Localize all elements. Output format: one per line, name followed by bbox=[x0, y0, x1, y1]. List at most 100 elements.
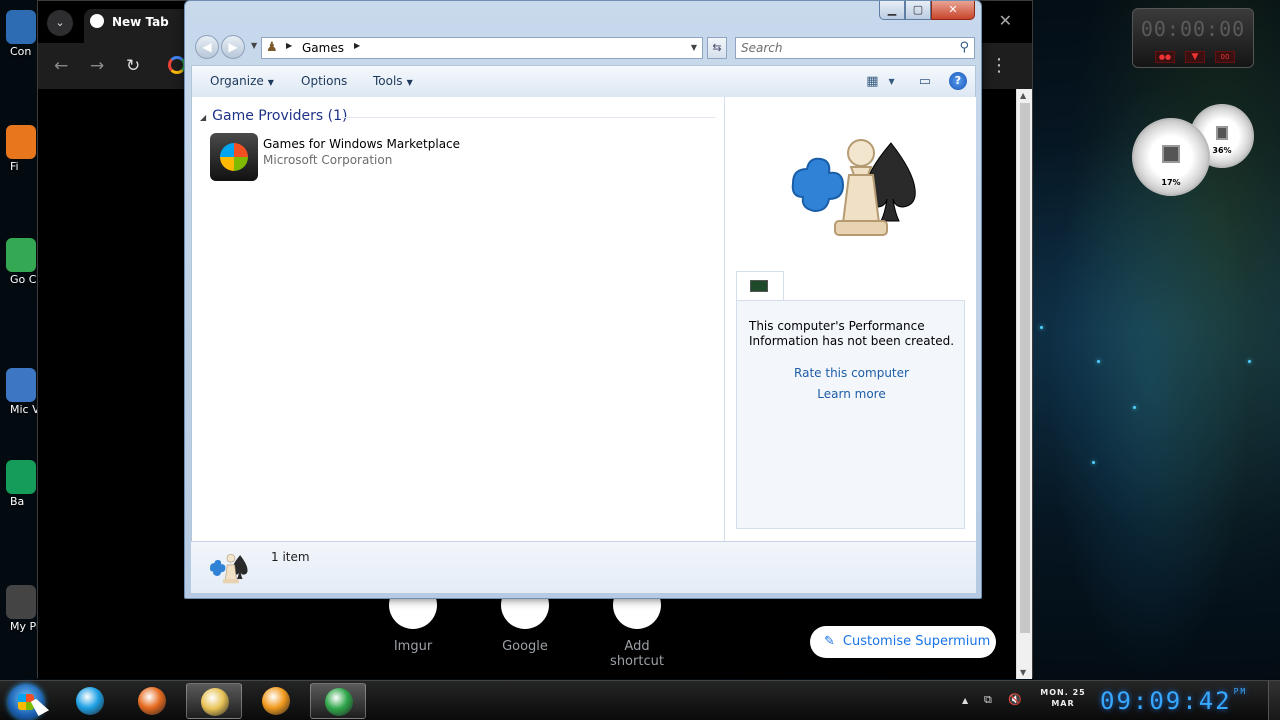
item-count: 1 item bbox=[271, 550, 310, 564]
desktop-shortcut[interactable]: Ba bbox=[0, 460, 40, 509]
maximize-button[interactable]: ▢ bbox=[905, 1, 931, 20]
game-list-pane: ◢ Game Providers (1) Games for Windows Ma… bbox=[191, 97, 724, 541]
shortcut-label: Google bbox=[502, 639, 548, 654]
taskbar: ▲ ⧉ 🔇 MON. 25 MAR 09:09:42 PM bbox=[0, 680, 1280, 720]
desktop-app-icon bbox=[6, 125, 36, 159]
performance-message: This computer's Performance Information … bbox=[749, 319, 955, 348]
cpu-meter-gadget[interactable]: 17% bbox=[1132, 118, 1210, 196]
preview-pane-icon[interactable]: ▭ bbox=[919, 74, 931, 89]
details-pane: 1 item bbox=[191, 541, 976, 593]
performance-panel: This computer's Performance Information … bbox=[736, 300, 965, 529]
forward-button[interactable]: ▶ bbox=[221, 35, 245, 59]
recent-pages-dropdown-icon[interactable]: ▼ bbox=[251, 41, 257, 50]
organize-label: Organize bbox=[210, 74, 264, 88]
games-chess-puzzle-icon bbox=[791, 139, 916, 236]
group-header[interactable]: ◢ Game Providers (1) bbox=[200, 108, 348, 124]
search-icon[interactable]: ⚲ bbox=[959, 40, 969, 55]
desktop-shortcut-label: Go Ch bbox=[10, 273, 40, 286]
games-thumbnail-icon bbox=[209, 553, 248, 584]
breadcrumb-separator-icon[interactable]: ▶ bbox=[286, 41, 292, 50]
search-placeholder: Search bbox=[741, 41, 783, 55]
firefox-icon bbox=[138, 687, 166, 715]
clock-display[interactable]: 09:09:42 PM bbox=[1100, 687, 1247, 715]
caption-buttons: ▁ ▢ ✕ bbox=[879, 1, 975, 20]
media-player-icon bbox=[262, 687, 290, 715]
desktop-shortcut[interactable]: Mic Visua bbox=[0, 368, 40, 417]
reload-icon[interactable]: ↻ bbox=[126, 56, 140, 76]
refresh-button[interactable]: ⇆ bbox=[707, 37, 727, 59]
forward-arrow-icon[interactable]: → bbox=[90, 56, 104, 76]
desktop-shortcut[interactable]: My Pi bbox=[0, 585, 40, 634]
taskbar-button[interactable] bbox=[248, 683, 304, 719]
games-for-windows-logo-icon bbox=[210, 133, 258, 181]
desktop-shortcut-label: Con bbox=[10, 45, 32, 58]
chrome-icon bbox=[325, 688, 353, 716]
back-button[interactable]: ◀ bbox=[195, 35, 219, 59]
command-bar: Organize ▼ Options Tools ▼ ▦ ▼ ▭ ? bbox=[191, 65, 976, 97]
games-explorer-window[interactable]: ▁ ▢ ✕ ◀ ▶ ▼ ♟ ▶ Games ▶ ▼ ⇆ Search ⚲ Org… bbox=[184, 0, 982, 599]
organize-menu[interactable]: Organize ▼ bbox=[210, 74, 274, 88]
view-options-dropdown-icon[interactable]: ▼ bbox=[889, 77, 895, 86]
date-line2: MAR bbox=[1051, 699, 1075, 708]
desktop-shortcut-label: Ba bbox=[10, 495, 25, 508]
help-icon[interactable]: ? bbox=[949, 72, 967, 90]
breadcrumb-games[interactable]: Games bbox=[302, 41, 344, 55]
window-close-icon[interactable]: ✕ bbox=[999, 11, 1012, 30]
chrome-menu-icon[interactable]: ⋮ bbox=[990, 55, 1008, 76]
stopwatch-reset-button[interactable]: 00 bbox=[1215, 51, 1235, 63]
rate-this-computer-link[interactable]: Rate this computer bbox=[737, 366, 966, 380]
performance-tab[interactable] bbox=[736, 271, 784, 301]
customise-label: Customise Supermium bbox=[842, 634, 991, 649]
taskbar-button[interactable] bbox=[62, 683, 118, 719]
wallpaper-star bbox=[1092, 461, 1095, 464]
stopwatch-gadget[interactable]: 00:00:00 ●● ▼ 00 bbox=[1132, 8, 1254, 68]
clock-time: 09:09:42 bbox=[1100, 687, 1232, 715]
taskbar-button[interactable] bbox=[310, 683, 366, 719]
tab-search-dropdown-icon[interactable]: ⌄ bbox=[47, 10, 73, 36]
scrollbar-thumb[interactable] bbox=[1020, 103, 1030, 633]
tray-overflow-icon[interactable]: ▲ bbox=[962, 696, 968, 705]
cpu-percent: 17% bbox=[1161, 178, 1181, 187]
scroll-up-icon[interactable]: ▲ bbox=[1020, 91, 1026, 100]
desktop-shortcut[interactable]: Fi bbox=[0, 125, 40, 174]
preview-pane: This computer's Performance Information … bbox=[724, 97, 976, 541]
new-tab-favicon-icon bbox=[90, 14, 104, 28]
options-button[interactable]: Options bbox=[301, 74, 347, 88]
learn-more-link[interactable]: Learn more bbox=[737, 387, 966, 401]
view-controls: ▦ ▼ ▭ ? bbox=[866, 72, 967, 90]
taskbar-button[interactable] bbox=[124, 683, 180, 719]
stopwatch-lap-button[interactable]: ▼ bbox=[1185, 51, 1205, 63]
scroll-down-icon[interactable]: ▼ bbox=[1020, 668, 1026, 677]
taskbar-button[interactable] bbox=[186, 683, 242, 719]
list-item[interactable]: Games for Windows Marketplace Microsoft … bbox=[210, 133, 540, 181]
address-dropdown-icon[interactable]: ▼ bbox=[691, 43, 697, 52]
change-view-icon[interactable]: ▦ bbox=[866, 74, 878, 89]
date-line1: MON. 25 bbox=[1040, 688, 1086, 697]
back-arrow-icon[interactable]: ← bbox=[54, 56, 68, 76]
wallpaper-star bbox=[1040, 326, 1043, 329]
network-icon[interactable]: ⧉ bbox=[984, 693, 992, 707]
minimize-button[interactable]: ▁ bbox=[879, 1, 905, 20]
desktop-app-icon bbox=[6, 460, 36, 494]
volume-muted-icon[interactable]: 🔇 bbox=[1008, 693, 1022, 706]
close-button[interactable]: ✕ bbox=[931, 1, 975, 20]
desktop-shortcut[interactable]: Go Ch bbox=[0, 238, 40, 287]
cpu-chip-icon bbox=[1162, 145, 1180, 163]
search-input[interactable]: Search ⚲ bbox=[735, 37, 975, 59]
desktop-app-icon bbox=[6, 585, 36, 619]
wallpaper-star bbox=[1097, 360, 1100, 363]
games-folder-icon: ♟ bbox=[266, 40, 278, 55]
desktop-shortcut[interactable]: Con bbox=[0, 10, 40, 59]
wallpaper-star bbox=[1133, 406, 1136, 409]
page-scrollbar[interactable]: ▲ ▼ bbox=[1016, 89, 1032, 679]
customise-button[interactable]: ✎ Customise Supermium bbox=[810, 626, 996, 658]
breadcrumb-separator-icon[interactable]: ▶ bbox=[354, 41, 360, 50]
tools-menu[interactable]: Tools ▼ bbox=[373, 74, 413, 88]
desktop-app-icon bbox=[6, 238, 36, 272]
show-desktop-button[interactable] bbox=[1268, 681, 1280, 720]
date-display[interactable]: MON. 25 MAR bbox=[1040, 687, 1086, 709]
address-bar[interactable]: ♟ ▶ Games ▶ ▼ bbox=[261, 37, 703, 59]
collapse-triangle-icon[interactable]: ◢ bbox=[200, 113, 206, 122]
desktop-shortcut-label: Fi bbox=[10, 160, 19, 173]
stopwatch-start-button[interactable]: ●● bbox=[1155, 51, 1175, 63]
